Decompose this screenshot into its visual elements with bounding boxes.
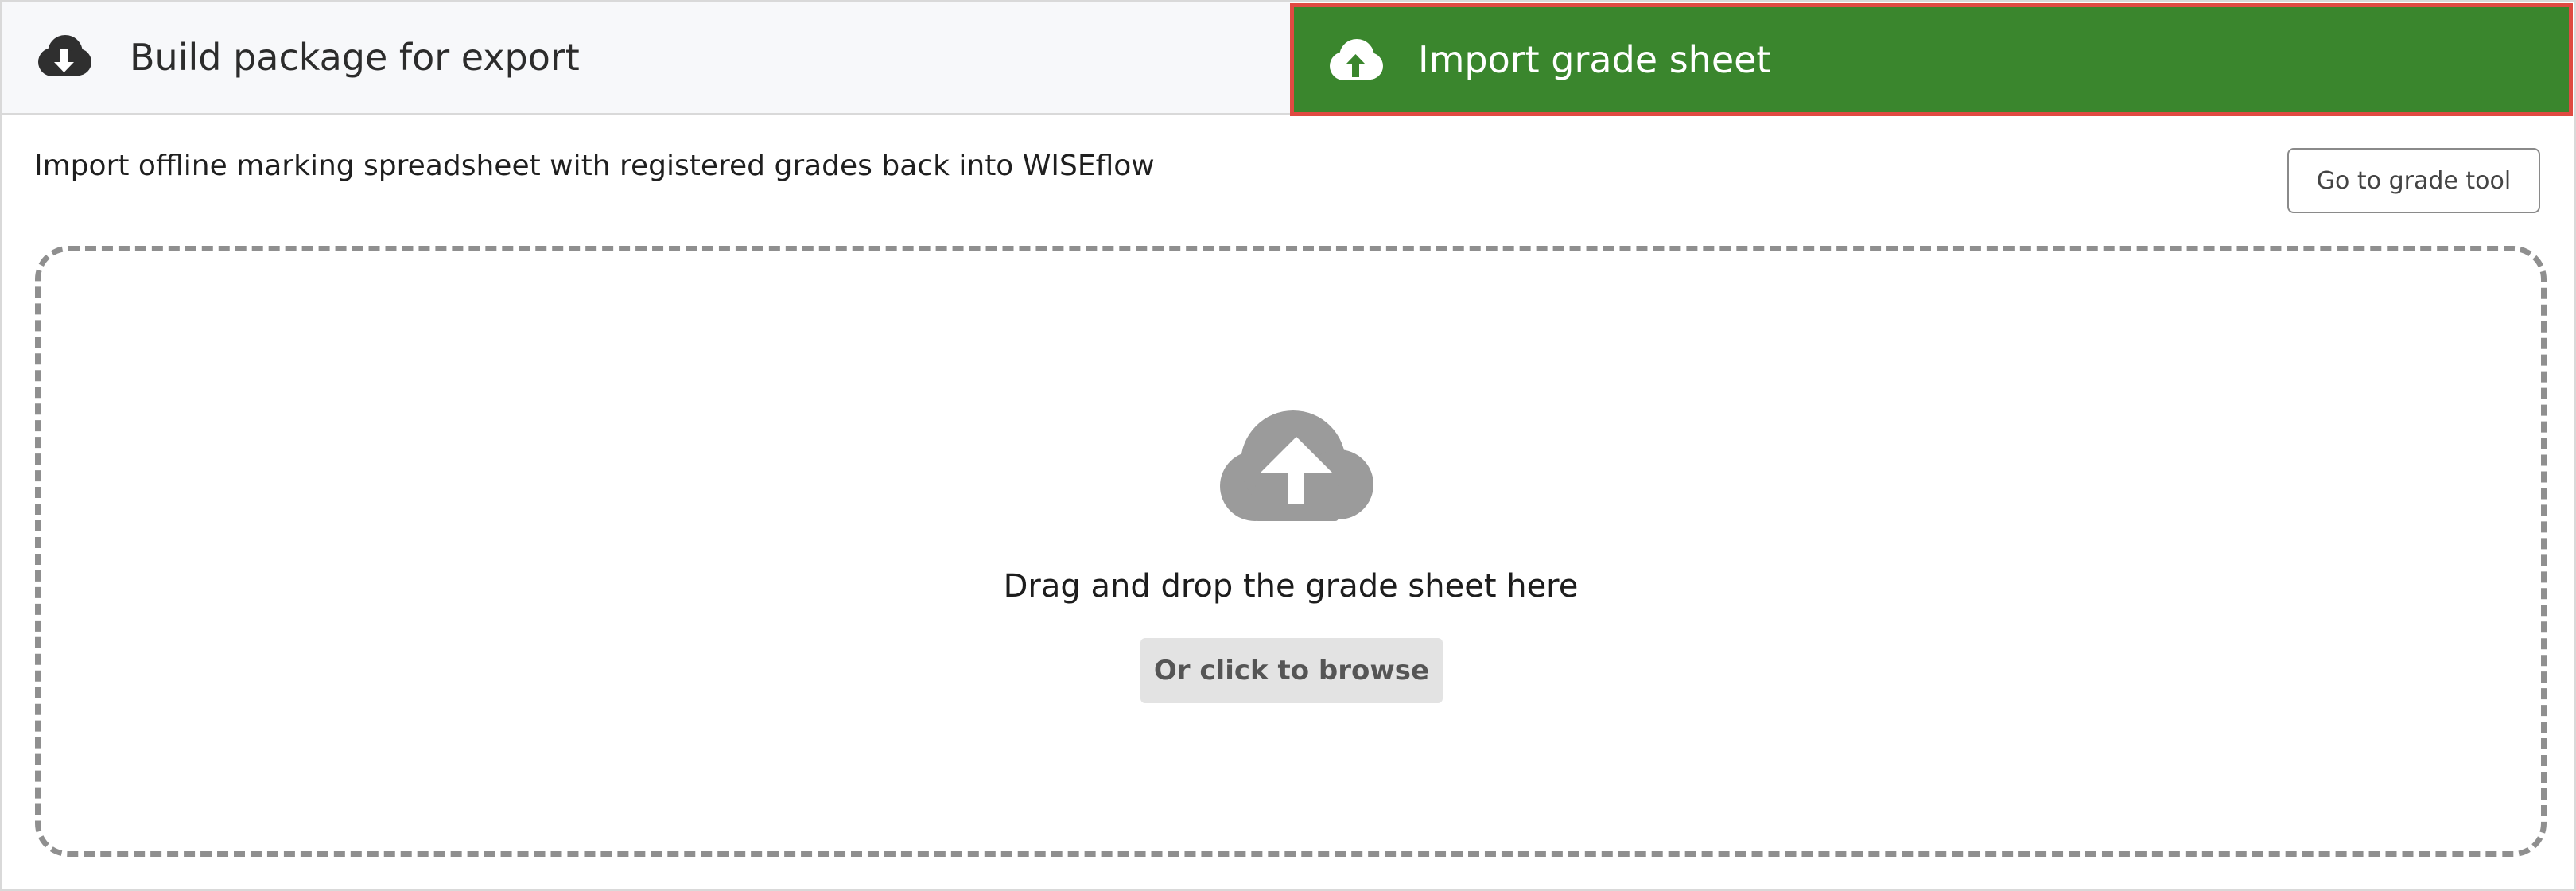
grade-sheet-dropzone[interactable]: Drag and drop the grade sheet here Or cl… [35, 246, 2547, 857]
import-description: Import offline marking spreadsheet with … [34, 150, 1155, 182]
cloud-upload-icon [1327, 39, 1384, 84]
tab-import-grade-sheet[interactable]: Import grade sheet [1290, 3, 2573, 116]
cloud-upload-icon [1219, 410, 1373, 522]
go-to-grade-tool-button[interactable]: Go to grade tool [2287, 148, 2540, 213]
tab-bar: Build package for export Import grade sh… [2, 2, 2574, 116]
tab-export-label: Build package for export [130, 36, 580, 79]
tab-import-label: Import grade sheet [1418, 38, 1771, 81]
cloud-download-icon [35, 35, 92, 80]
dropzone-instructions: Drag and drop the grade sheet here [1003, 568, 1579, 605]
tab-build-package-for-export[interactable]: Build package for export [2, 2, 1290, 115]
browse-button[interactable]: Or click to browse [1140, 638, 1443, 703]
grade-sheet-panel: Build package for export Import grade sh… [0, 0, 2576, 891]
